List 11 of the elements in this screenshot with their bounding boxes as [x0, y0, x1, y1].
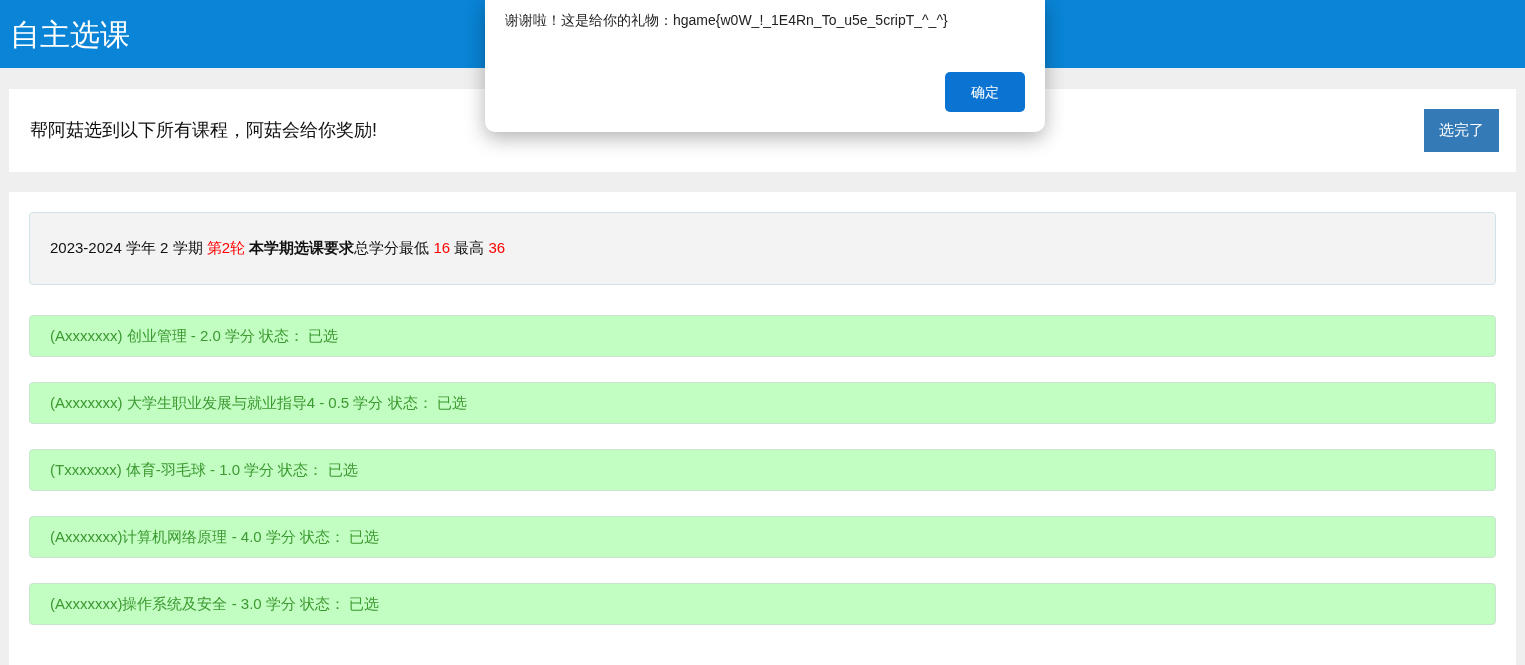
semester-info-text: 2023-2024 学年 2 学期 第2轮 本学期选课要求总学分最低 16 最高 36	[50, 238, 506, 259]
course-item: (Axxxxxxx) 创业管理 - 2.0 学分 状态： 已选	[29, 315, 1496, 357]
course-item: (Axxxxxxx)操作系统及安全 - 3.0 学分 状态： 已选	[29, 583, 1496, 625]
intro-text: 帮阿菇选到以下所有课程，阿菇会给你奖励!	[30, 119, 377, 142]
course-item: (Axxxxxxx) 大学生职业发展与就业指导4 - 0.5 学分 状态： 已选	[29, 382, 1496, 424]
dialog-message: 谢谢啦！这是给你的礼物：hgame{w0W_!_1E4Rn_To_u5e_5cripT_^_^}	[505, 11, 949, 30]
course-item: (Axxxxxxx)计算机网络原理 - 4.0 学分 状态： 已选	[29, 516, 1496, 558]
course-item: (Txxxxxxx) 体育-羽毛球 - 1.0 学分 状态： 已选	[29, 449, 1496, 491]
page-title: 自主选课	[10, 16, 130, 53]
done-button[interactable]: 选完了	[1424, 109, 1499, 152]
confirm-button[interactable]: 确定	[945, 72, 1025, 112]
